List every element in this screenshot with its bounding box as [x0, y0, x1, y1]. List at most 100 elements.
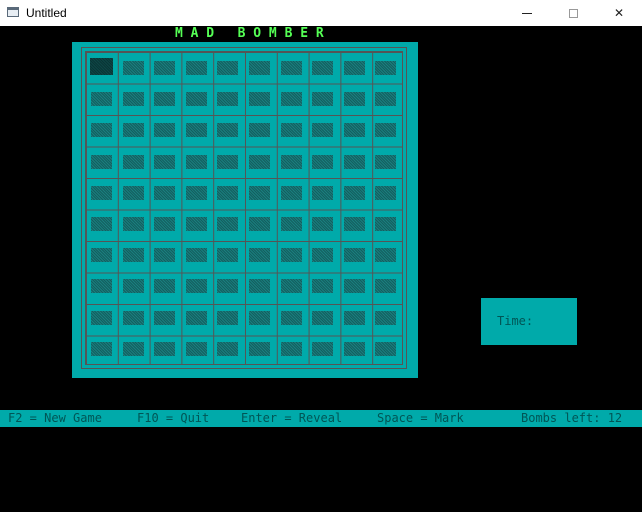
grid-cell[interactable]: [212, 146, 244, 177]
grid-cell[interactable]: [118, 177, 150, 208]
grid-cell[interactable]: [244, 302, 276, 333]
close-button[interactable]: ✕: [596, 0, 642, 26]
grid-cell[interactable]: [86, 83, 118, 114]
grid-cell[interactable]: [149, 146, 181, 177]
grid-cell[interactable]: [212, 114, 244, 145]
grid-cell[interactable]: [118, 83, 150, 114]
grid-cell[interactable]: [370, 239, 402, 270]
grid-cell[interactable]: [181, 146, 213, 177]
grid-cell[interactable]: [181, 52, 213, 83]
grid-cell[interactable]: [276, 114, 308, 145]
grid-cell[interactable]: [370, 114, 402, 145]
grid-cell[interactable]: [181, 114, 213, 145]
grid-cell[interactable]: [212, 52, 244, 83]
grid-cell[interactable]: [276, 239, 308, 270]
grid-cell[interactable]: [149, 52, 181, 83]
grid-cell[interactable]: [339, 146, 371, 177]
grid-cell[interactable]: [307, 177, 339, 208]
grid-cell[interactable]: [86, 333, 118, 364]
grid-cell[interactable]: [212, 83, 244, 114]
grid-cell[interactable]: [149, 333, 181, 364]
minimize-button[interactable]: [504, 0, 550, 26]
grid-cell[interactable]: [307, 114, 339, 145]
grid-cell[interactable]: [370, 83, 402, 114]
grid-cell[interactable]: [339, 239, 371, 270]
grid-cell[interactable]: [307, 270, 339, 301]
grid-cell[interactable]: [307, 83, 339, 114]
grid-cell[interactable]: [86, 208, 118, 239]
grid-cell[interactable]: [307, 239, 339, 270]
grid-cell[interactable]: [149, 208, 181, 239]
grid-cell[interactable]: [118, 208, 150, 239]
grid-cell[interactable]: [149, 114, 181, 145]
grid-cell[interactable]: [370, 302, 402, 333]
grid-cell[interactable]: [181, 302, 213, 333]
grid-cell[interactable]: [307, 333, 339, 364]
grid-cell[interactable]: [339, 114, 371, 145]
grid-cell[interactable]: [181, 208, 213, 239]
grid-cell[interactable]: [370, 52, 402, 83]
grid-cell[interactable]: [181, 333, 213, 364]
grid-cell[interactable]: [244, 114, 276, 145]
grid-cell[interactable]: [244, 208, 276, 239]
grid-cell[interactable]: [149, 270, 181, 301]
grid-cell[interactable]: [86, 239, 118, 270]
grid-cell[interactable]: [86, 114, 118, 145]
grid-cell[interactable]: [212, 239, 244, 270]
grid-cell[interactable]: [149, 83, 181, 114]
grid-cell[interactable]: [244, 270, 276, 301]
grid-cell[interactable]: [307, 146, 339, 177]
grid-cell[interactable]: [339, 270, 371, 301]
grid-cell[interactable]: [86, 177, 118, 208]
grid-cell[interactable]: [118, 52, 150, 83]
grid-cell[interactable]: [181, 177, 213, 208]
grid-cell[interactable]: [118, 333, 150, 364]
grid-cell[interactable]: [86, 302, 118, 333]
grid-cell[interactable]: [339, 333, 371, 364]
maximize-button[interactable]: [550, 0, 596, 26]
grid-cell[interactable]: [86, 52, 118, 83]
grid-cell[interactable]: [149, 239, 181, 270]
grid-cell[interactable]: [307, 52, 339, 83]
grid-cell[interactable]: [118, 270, 150, 301]
grid-cell[interactable]: [212, 177, 244, 208]
grid-cell[interactable]: [244, 146, 276, 177]
grid-cell[interactable]: [149, 177, 181, 208]
grid-cell[interactable]: [86, 270, 118, 301]
grid-cell[interactable]: [276, 52, 308, 83]
grid-cell[interactable]: [149, 302, 181, 333]
grid-cell[interactable]: [339, 52, 371, 83]
grid-cell[interactable]: [118, 239, 150, 270]
grid-cell[interactable]: [244, 239, 276, 270]
grid-cell[interactable]: [339, 83, 371, 114]
grid-cell[interactable]: [276, 83, 308, 114]
grid-cell[interactable]: [276, 333, 308, 364]
grid-cell[interactable]: [339, 208, 371, 239]
grid-cell[interactable]: [118, 114, 150, 145]
grid-cell[interactable]: [212, 302, 244, 333]
grid-cell[interactable]: [307, 302, 339, 333]
grid-cell[interactable]: [307, 208, 339, 239]
grid-cell[interactable]: [370, 208, 402, 239]
grid-cell[interactable]: [118, 146, 150, 177]
grid-cell[interactable]: [212, 270, 244, 301]
grid-cell[interactable]: [86, 146, 118, 177]
grid-cell[interactable]: [370, 146, 402, 177]
grid-cell[interactable]: [339, 302, 371, 333]
grid-cell[interactable]: [276, 302, 308, 333]
grid-cell[interactable]: [181, 239, 213, 270]
grid-cell[interactable]: [339, 177, 371, 208]
grid-cell[interactable]: [181, 270, 213, 301]
grid-cell[interactable]: [244, 333, 276, 364]
grid-cell[interactable]: [244, 177, 276, 208]
grid-cell[interactable]: [276, 270, 308, 301]
grid-cell[interactable]: [370, 333, 402, 364]
grid-cell[interactable]: [370, 270, 402, 301]
grid-cell[interactable]: [276, 177, 308, 208]
grid-cell[interactable]: [370, 177, 402, 208]
grid-cell[interactable]: [276, 146, 308, 177]
grid-cell[interactable]: [244, 83, 276, 114]
grid-cell[interactable]: [212, 333, 244, 364]
grid-cell[interactable]: [212, 208, 244, 239]
grid-cell[interactable]: [244, 52, 276, 83]
